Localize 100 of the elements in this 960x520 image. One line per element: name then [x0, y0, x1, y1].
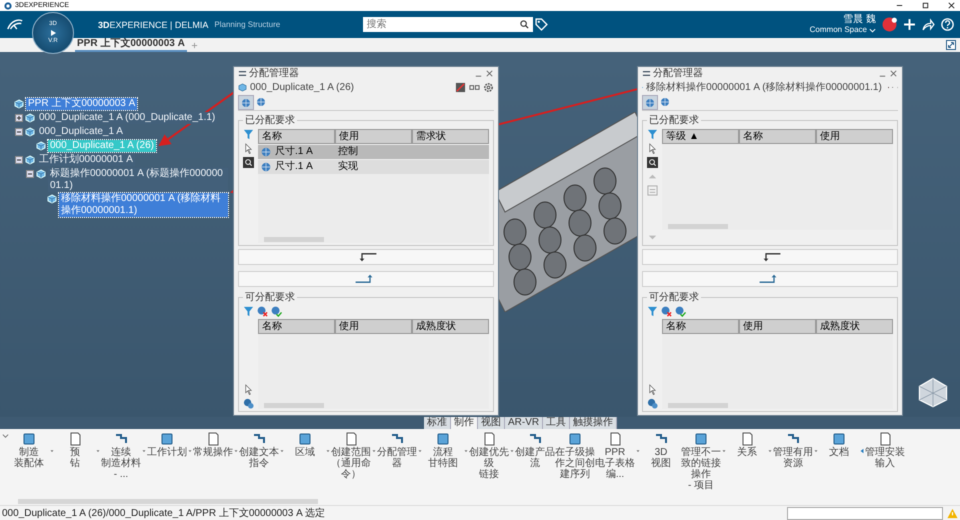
app-name: Planning Structure [214, 20, 280, 29]
scrollbar-thumb[interactable] [18, 499, 318, 504]
column-header[interactable]: 名称 [258, 319, 335, 334]
document-icon [740, 432, 754, 446]
gears-icon[interactable] [243, 398, 254, 409]
caret-icon[interactable] [463, 448, 469, 454]
toolbar-button[interactable]: 常规操作 [193, 432, 233, 458]
toolbar-tab[interactable]: 工具 [543, 417, 570, 429]
sort-indicator[interactable]: ▲ [689, 130, 699, 143]
tree-item[interactable]: 标题操作00000001 A (标题操作00000001.1) [48, 168, 228, 192]
tree-item[interactable]: 移除材料操作00000001 A (移除材料操作00000001.1) [59, 193, 228, 217]
toolbar-button[interactable]: 连续 制造材料 - ... [101, 432, 141, 480]
command-field[interactable] [787, 506, 943, 520]
toolbar-button[interactable]: 创建文本指令 [239, 432, 279, 469]
toolbar-button[interactable]: 管理安装输入 [865, 432, 905, 469]
toolbar-button[interactable]: 工作计划 [147, 432, 187, 458]
space-dropdown[interactable]: Common Space [810, 25, 867, 35]
toolbar-button[interactable]: PPR 电子表格编... [595, 432, 635, 480]
caret-icon[interactable] [95, 448, 101, 454]
filter-icon[interactable] [647, 129, 658, 140]
column-header[interactable]: 使用 [739, 319, 816, 334]
toolbar-tab[interactable]: 触摸操作 [570, 417, 618, 429]
caret-icon[interactable] [279, 448, 285, 454]
share-icon[interactable] [922, 18, 935, 31]
globe-check-icon[interactable] [675, 306, 686, 318]
scrollbar-thumb[interactable] [264, 403, 324, 408]
toolbar-tab[interactable]: 视图 [478, 417, 505, 429]
cursor-icon[interactable] [647, 143, 658, 154]
avatar-icon[interactable] [882, 17, 897, 32]
toolbar-button[interactable]: 关系 [727, 432, 767, 458]
tree-item[interactable]: 工作计划00000001 A [37, 154, 135, 166]
cube-icon [298, 432, 312, 446]
scrollbar-thumb[interactable] [668, 224, 728, 230]
zoom-icon[interactable] [647, 157, 658, 168]
tag-icon[interactable] [534, 18, 548, 31]
tree-item[interactable]: 000_Duplicate_1 A [37, 126, 125, 138]
fullscreen-icon[interactable] [946, 40, 956, 50]
cursor-icon[interactable] [243, 384, 254, 395]
search-field[interactable]: 搜索 [362, 17, 533, 32]
toolbar-button[interactable]: 创建优先级 链接 [469, 432, 509, 480]
flow-icon [390, 432, 404, 446]
caret-icon[interactable] [371, 448, 377, 454]
globe-remove-icon[interactable] [661, 306, 672, 318]
toolbar-button[interactable]: 3D 视图 [641, 432, 681, 469]
compass-icon[interactable] [916, 375, 950, 409]
globe-remove-icon[interactable] [257, 306, 268, 318]
toolbar-button[interactable]: 区域 [285, 432, 325, 458]
globe-view-tab[interactable] [658, 95, 672, 108]
expander-icon[interactable] [15, 128, 23, 136]
caret-icon[interactable] [635, 448, 641, 454]
caret-icon[interactable] [141, 448, 147, 454]
collapse-icon[interactable] [2, 432, 9, 439]
toolbar-button[interactable]: 创建范围（通用命令） [331, 432, 371, 480]
expander-icon[interactable] [26, 170, 34, 178]
toolbar-button[interactable]: 制造 装配体 [9, 432, 49, 469]
scrollbar-thumb[interactable] [264, 237, 324, 242]
caret-icon[interactable] [187, 448, 193, 454]
column-header[interactable]: 名称 [662, 319, 739, 334]
toolbar-button[interactable]: 文档 [819, 432, 859, 458]
column-header[interactable]: 成熟度状 [816, 319, 893, 334]
maximize-icon[interactable] [921, 1, 930, 10]
toolbar-tab[interactable]: 制作 [451, 417, 478, 429]
toolbar-button[interactable]: 在子级操作之间创建序列 [555, 432, 595, 480]
caret-icon[interactable] [417, 448, 423, 454]
toolbar-tab[interactable]: 标准 [424, 417, 451, 429]
gears-icon[interactable] [647, 398, 658, 409]
expander-icon[interactable] [15, 156, 23, 164]
toolbar-button[interactable]: 创建产品 流 [515, 432, 555, 469]
caret-icon[interactable] [721, 448, 727, 454]
caret-icon[interactable] [813, 448, 819, 454]
caret-icon[interactable] [49, 448, 55, 454]
toolbar-button[interactable]: 流程 甘特图 [423, 432, 463, 469]
scrollbar-thumb[interactable] [668, 403, 728, 408]
toolbar-button[interactable]: 预 钻 [55, 432, 95, 469]
tree-item[interactable]: PPR 上下文00000003 A [26, 98, 138, 110]
add-tab-icon[interactable] [190, 42, 198, 48]
close-icon[interactable] [947, 1, 956, 10]
caret-icon[interactable] [509, 448, 515, 454]
filter-icon[interactable] [647, 306, 658, 318]
plus-icon[interactable] [903, 18, 916, 31]
tree-item[interactable]: 000_Duplicate_1 A (000_Duplicate_1.1) [37, 112, 218, 124]
column-header[interactable]: 等级 [666, 130, 686, 143]
caret-icon[interactable] [233, 448, 239, 454]
toolbar-tab[interactable]: AR-VR [505, 417, 544, 429]
toolbar-button[interactable]: 管理有用 资源 [773, 432, 813, 469]
scroll-left-icon[interactable] [859, 448, 865, 454]
part-view-tab[interactable] [642, 95, 658, 110]
help-icon[interactable] [941, 18, 954, 31]
toolbar-button[interactable]: 管理不一致的链接操作 - 项目 [681, 432, 721, 491]
column-header[interactable]: 成熟度状 [412, 319, 489, 334]
cursor-icon[interactable] [647, 384, 658, 395]
globe-check-icon[interactable] [271, 306, 282, 318]
filter-icon[interactable] [243, 306, 254, 318]
caret-icon[interactable] [325, 448, 331, 454]
expander-icon[interactable] [15, 114, 23, 122]
ds-logo-icon[interactable] [6, 18, 24, 31]
column-header[interactable]: 使用 [335, 319, 412, 334]
caret-icon[interactable] [767, 448, 773, 454]
caret-icon[interactable] [869, 26, 876, 34]
toolbar-button[interactable]: 分配管理器 [377, 432, 417, 469]
